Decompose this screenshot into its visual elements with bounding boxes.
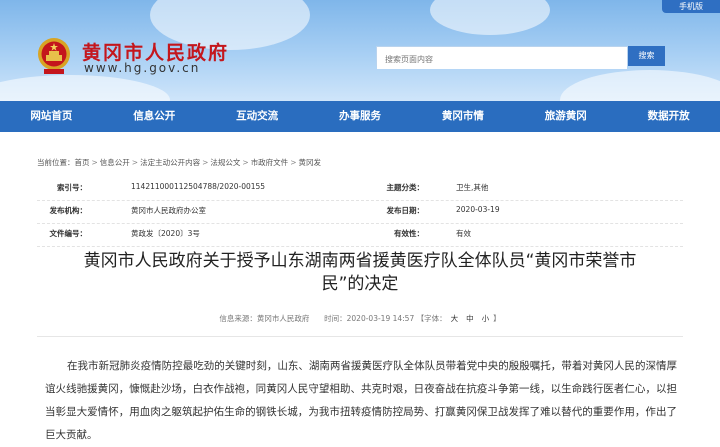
cloud-decoration <box>0 75 170 101</box>
article-body: 在我市新冠肺炎疫情防控最吃劲的关键时刻，山东、湖南两省援黄医疗队全体队员带着党中… <box>45 360 677 441</box>
date-value: 2020-03-19 <box>456 205 500 214</box>
cloud-decoration <box>430 0 550 35</box>
breadcrumb-item[interactable]: 黄冈发 <box>298 158 321 167</box>
search-input[interactable] <box>377 50 627 69</box>
topic-label: 主题分类： <box>386 183 425 192</box>
meta-row: 文件编号： 黄政发〔2020〕3号 有效性： 有效 <box>37 224 683 247</box>
meta-row: 发布机构： 黄冈市人民政府办公室 发布日期： 2020-03-19 <box>37 201 683 224</box>
topic-value: 卫生,其他 <box>456 183 489 192</box>
mobile-version-button[interactable]: 手机版 <box>662 0 720 13</box>
breadcrumb-prefix: 当前位置： <box>37 158 75 167</box>
issuer-value: 黄冈市人民政府办公室 <box>131 206 206 215</box>
breadcrumb-item[interactable]: 法规公文 <box>210 158 240 167</box>
nav-item-interaction[interactable]: 互动交流 <box>206 101 309 132</box>
breadcrumb-separator: > <box>91 158 98 167</box>
validity-value: 有效 <box>456 229 471 238</box>
nav-item-city-info[interactable]: 黄冈市情 <box>411 101 514 132</box>
site-header: 手机版 黄冈市人民政府 www.hg.gov.cn 搜索 <box>0 0 720 101</box>
meta-row: 索引号： 114211000112504788/2020-00155 主题分类：… <box>37 178 683 201</box>
nav-item-home[interactable]: 网站首页 <box>0 101 103 132</box>
breadcrumb-item[interactable]: 法定主动公开内容 <box>140 158 200 167</box>
main-navigation: 网站首页 信息公开 互动交流 办事服务 黄冈市情 旅游黄冈 数据开放 <box>0 101 720 132</box>
site-url: www.hg.gov.cn <box>84 61 201 75</box>
article-title-line: 黄冈市人民政府关于授予山东湖南两省援黄医疗队全体队员“黄冈市荣誉市 <box>83 251 637 271</box>
index-label: 索引号： <box>57 183 87 192</box>
nav-item-open-data[interactable]: 数据开放 <box>617 101 720 132</box>
font-size-end: 】 <box>493 314 501 323</box>
nav-item-info-disclosure[interactable]: 信息公开 <box>103 101 206 132</box>
font-size-medium-button[interactable]: 中 <box>466 314 474 323</box>
article-title-line: 民”的决定 <box>321 274 399 294</box>
article-source: 信息来源：黄冈市人民政府 <box>219 314 310 323</box>
breadcrumb-item[interactable]: 市政府文件 <box>251 158 289 167</box>
nav-item-tourism[interactable]: 旅游黄冈 <box>514 101 617 132</box>
national-emblem-icon <box>38 38 70 74</box>
article-info-line: 信息来源：黄冈市人民政府 时间：2020-03-19 14:57 【字体： 大中小… <box>40 313 680 324</box>
article-title: 黄冈市人民政府关于授予山东湖南两省援黄医疗队全体队员“黄冈市荣誉市 民”的决定 <box>40 250 680 296</box>
breadcrumb: 当前位置：首页 > 信息公开 > 法定主动公开内容 > 法规公文 > 市政府文件 > 黄冈发 <box>37 157 321 168</box>
article-time: 时间：2020-03-19 14:57 <box>324 314 415 323</box>
divider <box>37 336 683 337</box>
docno-value: 黄政发〔2020〕3号 <box>131 229 200 238</box>
validity-label: 有效性： <box>394 229 424 238</box>
nav-item-services[interactable]: 办事服务 <box>309 101 412 132</box>
breadcrumb-item[interactable]: 信息公开 <box>100 158 130 167</box>
search-button[interactable]: 搜索 <box>628 46 665 66</box>
breadcrumb-separator: > <box>242 158 249 167</box>
breadcrumb-separator: > <box>131 158 139 167</box>
issuer-label: 发布机构： <box>49 206 88 215</box>
breadcrumb-separator: > <box>202 158 209 167</box>
cloud-decoration <box>560 70 720 101</box>
font-size-large-button[interactable]: 大 <box>451 314 459 323</box>
breadcrumb-item[interactable]: 首页 <box>75 158 90 167</box>
search-box <box>376 46 628 69</box>
index-value: 114211000112504788/2020-00155 <box>131 182 266 191</box>
document-metadata-table: 索引号： 114211000112504788/2020-00155 主题分类：… <box>37 178 683 247</box>
font-size-label: 【字体： <box>416 314 447 323</box>
date-label: 发布日期： <box>386 206 425 215</box>
docno-label: 文件编号： <box>49 229 88 238</box>
font-size-small-button[interactable]: 小 <box>482 314 490 323</box>
breadcrumb-separator: > <box>290 158 297 167</box>
